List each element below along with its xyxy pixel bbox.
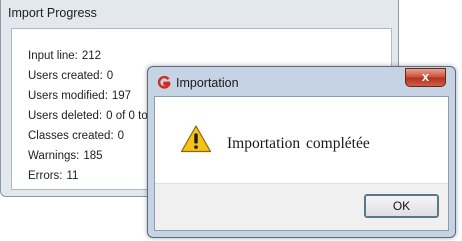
close-icon: x: [421, 69, 430, 84]
close-button[interactable]: x: [405, 68, 446, 87]
app-logo-icon: [157, 75, 171, 90]
dialog-body: Importation complétée OK: [154, 96, 449, 231]
stat-errors: Errors: 11: [28, 170, 79, 182]
warning-icon: [180, 124, 212, 154]
dialog-titlebar[interactable]: Importation x: [148, 67, 455, 97]
stat-users-modified: Users modified: 197: [28, 90, 132, 102]
ok-button[interactable]: OK: [364, 194, 439, 218]
dialog-message: Importation complétée: [227, 135, 370, 152]
stat-users-created: Users created: 0: [28, 70, 114, 82]
stat-warnings: Warnings: 185: [28, 150, 103, 162]
importation-dialog: Importation x Importation complétée OK: [147, 66, 456, 238]
import-stats-list: Input line: 212 Users created: 0 Users mod…: [28, 48, 157, 188]
stat-classes-created: Classes created: 0: [28, 130, 125, 142]
stat-users-deleted: Users deleted: 0 of 0 tota: [28, 110, 158, 122]
dialog-title: Importation: [176, 76, 239, 90]
dialog-button-bar: OK: [155, 183, 448, 230]
window-title: Import Progress: [8, 6, 97, 20]
stat-input-line: Input line: 212: [28, 50, 102, 62]
